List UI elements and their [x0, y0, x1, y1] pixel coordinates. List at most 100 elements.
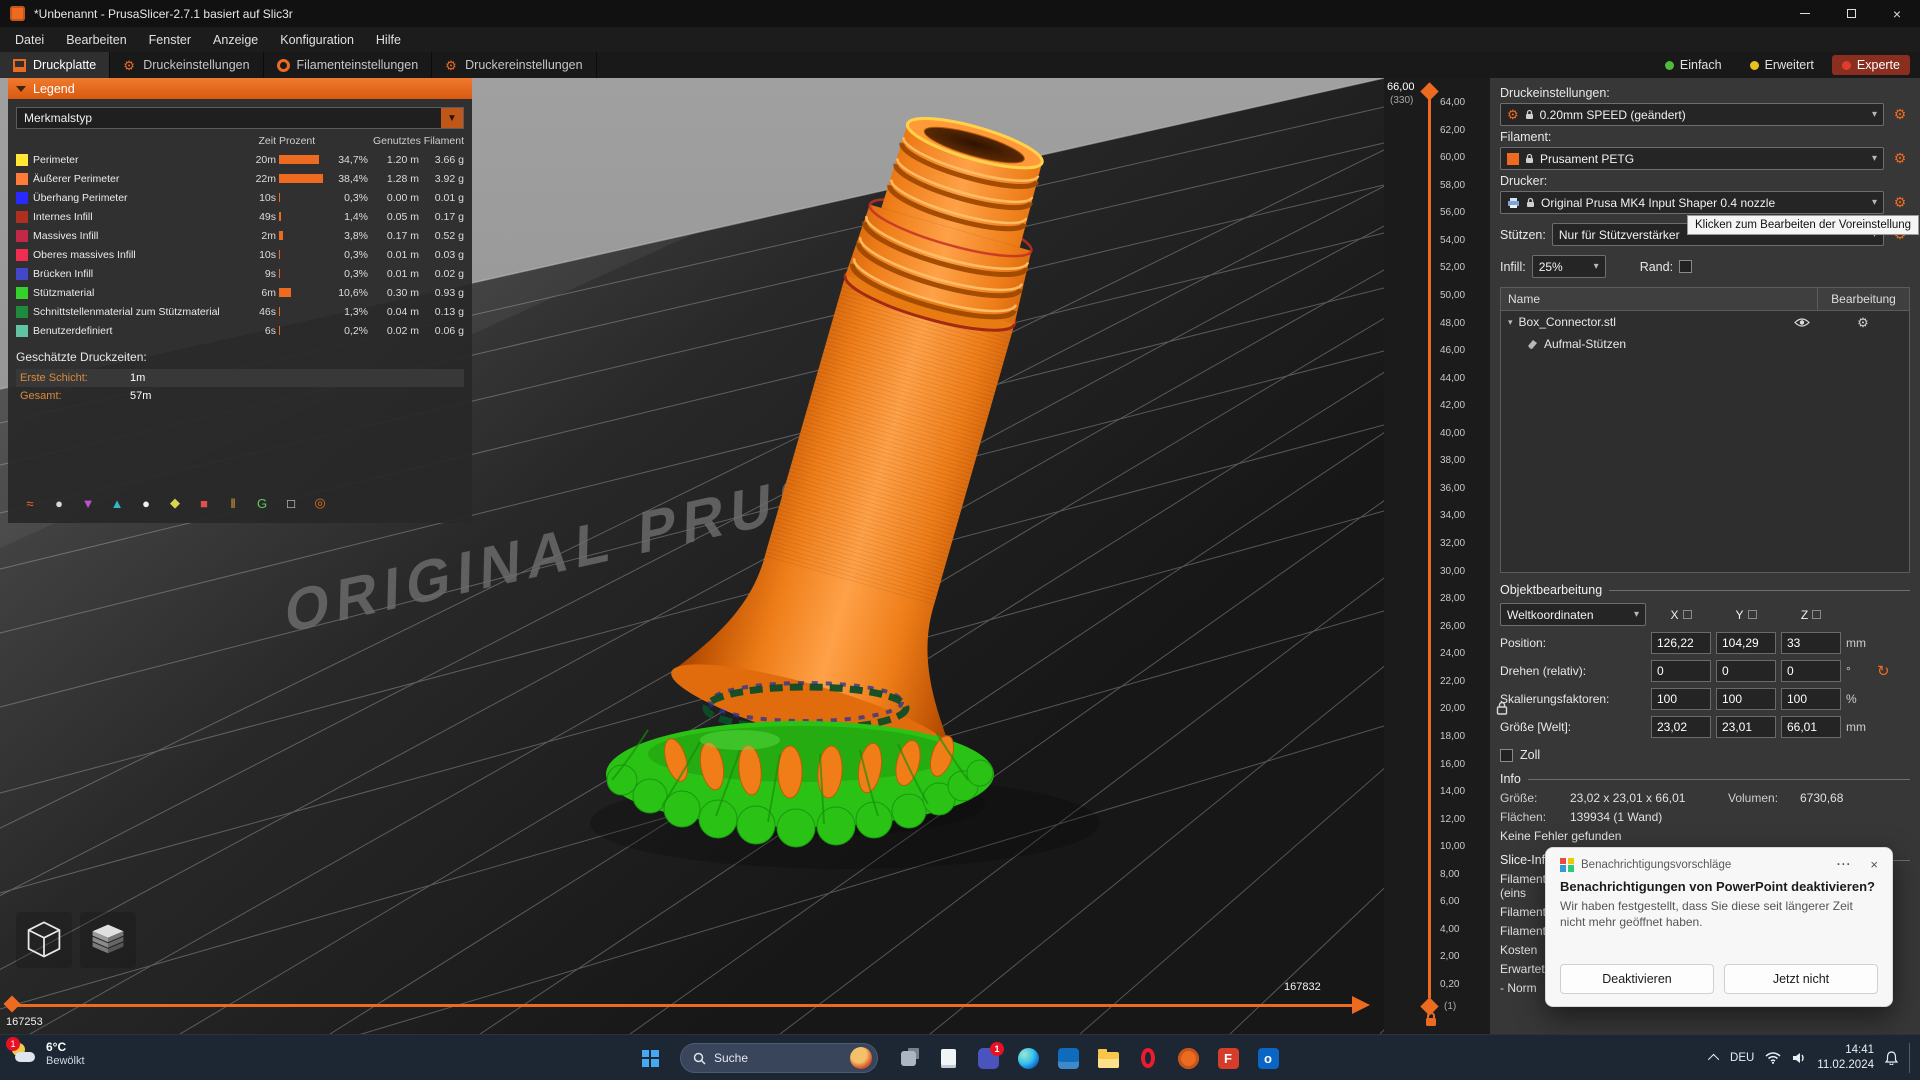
- tab-druckplatte[interactable]: Druckplatte: [0, 52, 111, 78]
- wifi-icon[interactable]: [1765, 1052, 1781, 1064]
- store-icon-button[interactable]: [1048, 1038, 1088, 1078]
- color-changes-icon[interactable]: ■: [194, 493, 214, 513]
- prusaslicer-icon-button[interactable]: [1168, 1038, 1208, 1078]
- search-highlight-image[interactable]: [850, 1047, 872, 1069]
- lock-icon: [1526, 153, 1533, 163]
- menu-datei[interactable]: Datei: [4, 27, 55, 52]
- f-app-icon-button[interactable]: F: [1208, 1038, 1248, 1078]
- inch-checkbox[interactable]: [1500, 748, 1513, 762]
- travel-moves-icon[interactable]: ≈: [20, 493, 40, 513]
- 3d-viewport[interactable]: ORIGINAL PRUSA Legend Merkmalstyp ▼ Zeit…: [0, 78, 1384, 1034]
- axis-x-icon[interactable]: [1682, 610, 1692, 619]
- position-z-input[interactable]: [1781, 632, 1841, 654]
- mode-erweitert[interactable]: Erweitert: [1740, 55, 1824, 75]
- close-button[interactable]: ×: [1874, 0, 1920, 27]
- maximize-button[interactable]: [1828, 0, 1874, 27]
- notepad-icon-button[interactable]: [928, 1038, 968, 1078]
- menu-hilfe[interactable]: Hilfe: [365, 27, 412, 52]
- dropdown-arrow-icon[interactable]: ▼: [441, 108, 463, 128]
- menu-anzeige[interactable]: Anzeige: [202, 27, 269, 52]
- retractions-icon[interactable]: ▼: [78, 493, 98, 513]
- rotation-x-input[interactable]: [1651, 660, 1711, 682]
- axis-z-icon[interactable]: [1812, 610, 1822, 619]
- seams-icon[interactable]: ●: [136, 493, 156, 513]
- scale-z-input[interactable]: [1781, 688, 1841, 710]
- custom-gcode-icon[interactable]: G: [252, 493, 272, 513]
- edit-print-settings-button[interactable]: ⚙: [1890, 105, 1910, 125]
- start-button[interactable]: [630, 1038, 670, 1078]
- object-row[interactable]: ▾ Box_Connector.stl ⚙: [1501, 311, 1909, 333]
- eye-icon[interactable]: [1794, 317, 1810, 328]
- layer-slider-track[interactable]: [1428, 92, 1431, 998]
- menu-bearbeiten[interactable]: Bearbeiten: [55, 27, 137, 52]
- edit-object-icon[interactable]: ⚙: [1857, 316, 1869, 329]
- edge-icon-button[interactable]: [1008, 1038, 1048, 1078]
- tray-chevron-icon[interactable]: [1707, 1053, 1720, 1066]
- scale-y-input[interactable]: [1716, 688, 1776, 710]
- infill-dropdown[interactable]: 25% ▾: [1531, 255, 1606, 278]
- printer-dropdown[interactable]: Original Prusa MK4 Input Shaper 0.4 nozz…: [1500, 191, 1884, 214]
- layer-tick: 20,00: [1440, 703, 1466, 715]
- shells-icon[interactable]: □: [281, 493, 301, 513]
- edit-filament-button[interactable]: ⚙: [1890, 149, 1910, 169]
- legend-cell: 0,3%: [344, 248, 368, 261]
- outlook-icon-button[interactable]: o: [1248, 1038, 1288, 1078]
- deretractions-icon[interactable]: ▲: [107, 493, 127, 513]
- not-now-button[interactable]: Jetzt nicht: [1724, 964, 1878, 994]
- 3d-view-button[interactable]: [16, 912, 72, 968]
- tab-druckereinstellungen[interactable]: Druckereinstellungen: [432, 52, 597, 78]
- tab-filamenteinstellungen[interactable]: Filamenteinstellungen: [264, 52, 433, 78]
- layer-slider-top-handle[interactable]: [1420, 82, 1439, 101]
- edit-printer-button[interactable]: ⚙: [1890, 193, 1910, 213]
- reset-rotation-icon[interactable]: ↻: [1877, 664, 1895, 679]
- size-y-input[interactable]: [1716, 716, 1776, 738]
- close-icon[interactable]: ×: [1870, 857, 1878, 872]
- tool-marker-icon[interactable]: ◎: [310, 493, 330, 513]
- rotation-y-input[interactable]: [1716, 660, 1776, 682]
- layer-preview-button[interactable]: [80, 912, 136, 968]
- horizontal-move-slider[interactable]: [12, 1004, 1352, 1007]
- scale-x-input[interactable]: [1651, 688, 1711, 710]
- clock[interactable]: 14:41 11.02.2024: [1817, 1043, 1874, 1073]
- filament-dropdown[interactable]: Prusament PETG ▾: [1500, 147, 1884, 170]
- explorer-icon-button[interactable]: [1088, 1038, 1128, 1078]
- tool-changes-icon[interactable]: ◆: [165, 493, 185, 513]
- size-z-input[interactable]: [1781, 716, 1841, 738]
- opera-icon-button[interactable]: [1128, 1038, 1168, 1078]
- position-x-input[interactable]: [1651, 632, 1711, 654]
- taskview-icon-button[interactable]: [888, 1038, 928, 1078]
- expander-icon[interactable]: ▾: [1508, 317, 1513, 328]
- volume-icon[interactable]: [1792, 1052, 1806, 1064]
- teams-icon-button[interactable]: 1: [968, 1038, 1008, 1078]
- position-y-input[interactable]: [1716, 632, 1776, 654]
- keyboard-language[interactable]: DEU: [1730, 1052, 1754, 1064]
- wipe-moves-icon[interactable]: ●: [49, 493, 69, 513]
- layer-ruler[interactable]: 64,00 62,00 60,00 58,00 56,00 54,00 52,00 50,00…: [1440, 98, 1488, 990]
- pause-prints-icon[interactable]: ‖: [223, 493, 243, 513]
- legend-header[interactable]: Legend: [8, 78, 472, 99]
- layer-range-lock-icon[interactable]: [1424, 1011, 1438, 1032]
- minimize-button[interactable]: [1782, 0, 1828, 27]
- search-box[interactable]: Suche: [680, 1043, 878, 1073]
- weather-widget[interactable]: 1 6°C Bewölkt: [6, 1037, 85, 1069]
- tab-druckeinstellungen[interactable]: Druckeinstellungen: [110, 52, 264, 78]
- coordinate-system-dropdown[interactable]: Weltkoordinaten ▾: [1500, 603, 1646, 626]
- size-x-input[interactable]: [1651, 716, 1711, 738]
- notification-bell-icon[interactable]: [1885, 1051, 1898, 1065]
- menu-konfiguration[interactable]: Konfiguration: [269, 27, 365, 52]
- mode-experte[interactable]: Experte: [1831, 55, 1910, 75]
- search-icon: [693, 1052, 706, 1065]
- brim-checkbox[interactable]: [1679, 260, 1693, 273]
- axis-y-icon[interactable]: [1747, 610, 1757, 619]
- menu-fenster[interactable]: Fenster: [138, 27, 202, 52]
- print-settings-dropdown[interactable]: ⚙ 0.20mm SPEED (geändert) ▾: [1500, 103, 1884, 126]
- deactivate-button[interactable]: Deaktivieren: [1560, 964, 1714, 994]
- object-sub-row[interactable]: Aufmal-Stützen: [1501, 333, 1909, 355]
- show-desktop-button[interactable]: [1909, 1043, 1912, 1073]
- rotation-z-input[interactable]: [1781, 660, 1841, 682]
- feature-type-dropdown[interactable]: Merkmalstyp ▼: [16, 107, 464, 129]
- more-options-icon[interactable]: ···: [1837, 859, 1852, 871]
- mode-einfach[interactable]: Einfach: [1655, 55, 1732, 75]
- uniform-scale-lock-icon[interactable]: [1496, 701, 1508, 720]
- hslider-right-handle[interactable]: [1352, 996, 1370, 1014]
